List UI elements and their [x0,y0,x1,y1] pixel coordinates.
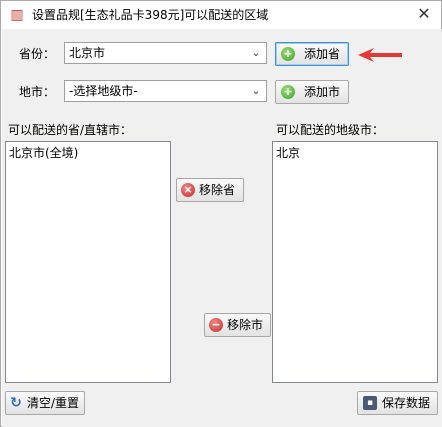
city-label: 地市： [19,85,56,99]
add-city-label: 添加市 [304,85,341,99]
refresh-icon: ↻ [10,395,22,411]
right-list-label: 可以配送的地级市： [276,123,385,137]
city-listbox[interactable]: 北京 [272,141,438,383]
annotation-arrow-icon [358,48,402,62]
dialog-body: 省份： 北京市 ⌄ + 添加省 地市： -选择地级市- ⌄ + 添加市 可以配送… [2,29,442,427]
list-item[interactable]: 北京 [276,145,300,161]
region-dialog: ▥ 设置品规[生态礼品卡398元]可以配送的区域 ✕ 省份： 北京市 ⌄ + 添… [0,0,442,427]
province-select[interactable]: 北京市 ⌄ [64,42,267,64]
title-bar: ▥ 设置品规[生态礼品卡398元]可以配送的区域 ✕ [1,1,441,29]
clear-reset-button[interactable]: ↻ 清空/重置 [5,391,85,415]
city-select-value: -选择地级市- [69,84,138,98]
plus-circle-icon: + [281,47,295,61]
plus-circle-icon: + [281,85,295,99]
x-circle-icon: × [181,183,195,197]
clear-reset-label: 清空/重置 [27,396,80,410]
save-disk-icon: ▪ [363,396,377,410]
save-button[interactable]: ▪ 保存数据 [357,391,438,415]
province-label: 省份： [19,47,56,61]
province-select-value: 北京市 [69,46,106,60]
add-province-label: 添加省 [304,47,341,61]
list-item[interactable]: 北京市(全境) [9,145,78,161]
add-province-button[interactable]: + 添加省 [275,42,349,66]
close-button[interactable]: ✕ [407,1,441,27]
remove-province-button[interactable]: × 移除省 [176,178,244,202]
app-icon: ▥ [10,7,24,23]
save-label: 保存数据 [382,396,431,410]
chevron-down-icon: ⌄ [251,46,261,59]
window-title: 设置品规[生态礼品卡398元]可以配送的区域 [32,8,269,22]
province-listbox[interactable]: 北京市(全境) [5,141,171,383]
minus-circle-icon: − [209,318,223,332]
remove-province-label: 移除省 [199,183,236,197]
city-select[interactable]: -选择地级市- ⌄ [64,80,267,102]
add-city-button[interactable]: + 添加市 [275,80,349,104]
chevron-down-icon: ⌄ [251,84,261,97]
remove-city-label: 移除市 [227,318,264,332]
left-list-label: 可以配送的省/直辖市： [8,123,133,137]
remove-city-button[interactable]: − 移除市 [204,313,271,337]
